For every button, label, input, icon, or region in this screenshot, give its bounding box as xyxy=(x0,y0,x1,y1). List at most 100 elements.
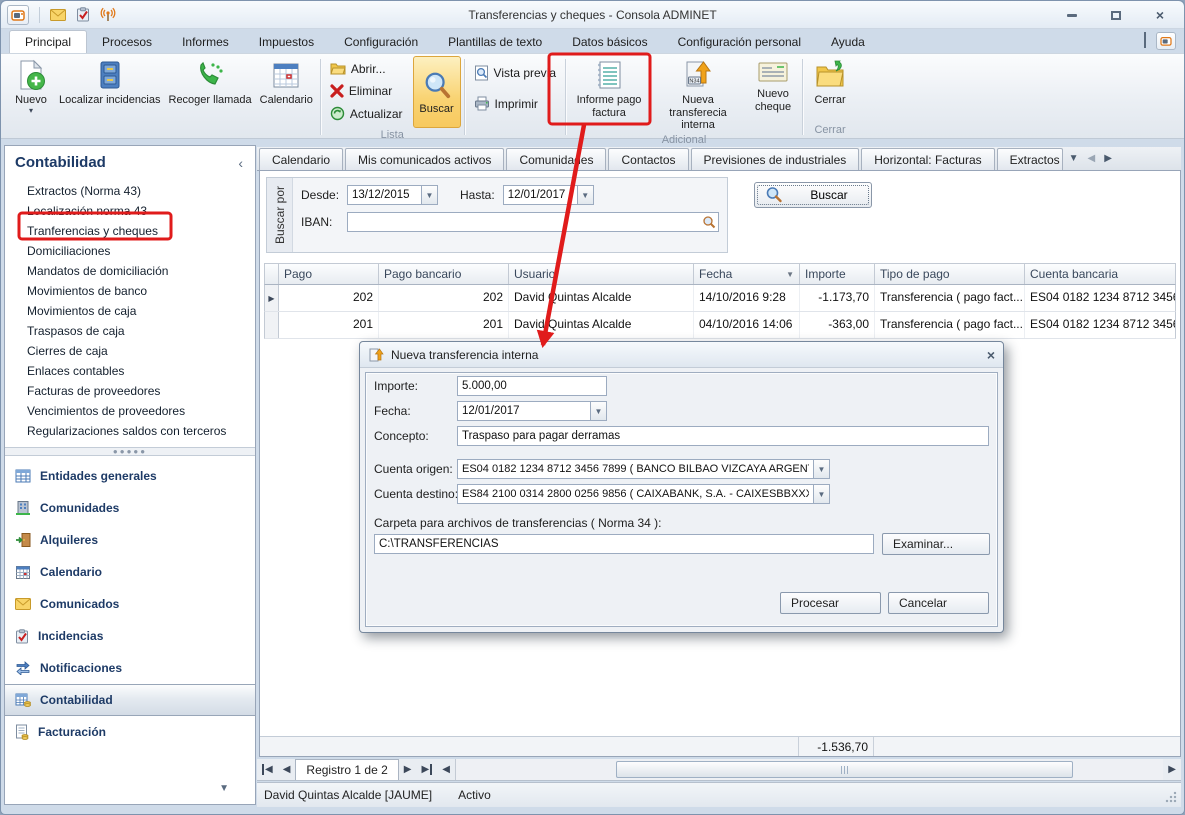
importe-input[interactable] xyxy=(457,376,607,396)
sidebar-item-facturas-prov[interactable]: Facturas de proveedores xyxy=(5,381,255,401)
actualizar-button[interactable]: Actualizar xyxy=(324,103,409,124)
ribbon-tab-principal[interactable]: Principal xyxy=(9,30,87,53)
doc-tab-horizontal-facturas[interactable]: Horizontal: Facturas xyxy=(861,148,994,170)
calendario-button[interactable]: Calendario xyxy=(256,56,317,108)
nuevo-button[interactable]: Nuevo ▾ xyxy=(7,56,55,116)
table-row[interactable]: ▶ 202 202 David Quintas Alcalde 14/10/20… xyxy=(264,285,1176,312)
nav-alquileres[interactable]: Alquileres xyxy=(5,524,255,556)
col-header-pago-bancario[interactable]: Pago bancario xyxy=(379,264,509,284)
ribbon-tab-ayuda[interactable]: Ayuda xyxy=(816,31,880,53)
minimize-button[interactable] xyxy=(1058,6,1086,24)
hasta-date-picker[interactable]: ▼ xyxy=(503,185,594,205)
doc-tab-extractos[interactable]: Extractos xyxy=(997,148,1063,170)
dropdown-arrow-icon[interactable]: ▼ xyxy=(421,185,438,205)
resize-grip[interactable] xyxy=(1165,791,1177,803)
horizontal-scrollbar[interactable] xyxy=(455,759,1163,780)
dropdown-arrow-icon[interactable]: ▼ xyxy=(577,185,594,205)
table-row[interactable]: 201 201 David Quintas Alcalde 04/10/2016… xyxy=(264,312,1176,339)
informe-pago-factura-button[interactable]: Informe pago factura xyxy=(569,56,649,120)
sidebar-item-localizacion[interactable]: Localización norma 43 xyxy=(5,201,255,221)
sidebar-item-vencimientos[interactable]: Vencimientos de proveedores xyxy=(5,401,255,421)
examinar-button[interactable]: Examinar... xyxy=(882,533,990,555)
doc-tab-comunidades[interactable]: Comunidades xyxy=(506,148,606,170)
desde-date-picker[interactable]: ▼ xyxy=(347,185,438,205)
ribbon-tab-datos-basicos[interactable]: Datos básicos xyxy=(557,31,662,53)
sidebar-item-regularizaciones[interactable]: Regularizaciones saldos con terceros xyxy=(5,421,255,441)
doc-tab-contactos[interactable]: Contactos xyxy=(608,148,688,170)
sidebar-item-transferencias[interactable]: Tranferencias y cheques xyxy=(5,221,255,241)
dialog-close-button[interactable]: × xyxy=(987,348,995,362)
iban-input[interactable] xyxy=(347,212,719,232)
procesar-button[interactable]: Procesar xyxy=(780,592,881,614)
sidebar-item-domiciliaciones[interactable]: Domiciliaciones xyxy=(5,241,255,261)
sidebar-item-mandatos[interactable]: Mandatos de domiciliación xyxy=(5,261,255,281)
sidebar-item-enlaces[interactable]: Enlaces contables xyxy=(5,361,255,381)
scroll-right-button[interactable]: ▶ xyxy=(1163,759,1181,780)
nav-comunidades[interactable]: Comunidades xyxy=(5,492,255,524)
cuenta-destino-combo[interactable]: ▼ xyxy=(457,484,830,504)
ribbon-tab-plantillas[interactable]: Plantillas de texto xyxy=(433,31,557,53)
nueva-transferencia-interna-button[interactable]: N34 Nueva transferecia interna xyxy=(649,56,747,133)
nav-notificaciones[interactable]: Notificaciones xyxy=(5,652,255,684)
sidebar-item-extractos[interactable]: Extractos (Norma 43) xyxy=(5,181,255,201)
sidebar-item-cierres[interactable]: Cierres de caja xyxy=(5,341,255,361)
restore-button[interactable] xyxy=(1102,6,1130,24)
nav-overflow-arrow-icon[interactable]: ▼ xyxy=(219,783,229,794)
nav-comunicados[interactable]: Comunicados xyxy=(5,588,255,620)
carpeta-input[interactable] xyxy=(374,534,874,554)
tab-list-dropdown-icon[interactable]: ▼ xyxy=(1069,153,1079,164)
search-icon[interactable] xyxy=(702,215,716,232)
nuevo-cheque-button[interactable]: Nuevo cheque xyxy=(747,56,799,114)
sidebar-item-mov-caja[interactable]: Movimientos de caja xyxy=(5,301,255,321)
prev-record-button[interactable]: ◀ xyxy=(278,759,296,780)
localizar-incidencias-button[interactable]: Localizar incidencias xyxy=(55,56,165,108)
last-record-button[interactable]: ▶ xyxy=(417,759,438,780)
cuenta-origen-input[interactable] xyxy=(457,459,813,479)
col-header-importe[interactable]: Importe xyxy=(800,264,875,284)
tab-scroll-right-icon[interactable]: ▶ xyxy=(1104,153,1112,164)
cuenta-origen-combo[interactable]: ▼ xyxy=(457,459,830,479)
ribbon-tab-configuracion[interactable]: Configuración xyxy=(329,31,433,53)
scroll-left-button[interactable]: ◀ xyxy=(437,759,455,780)
dialog-title-bar[interactable]: Nueva transferencia interna × xyxy=(360,342,1003,368)
doc-tab-previsiones[interactable]: Previsiones de industriales xyxy=(691,148,860,170)
close-button[interactable]: × xyxy=(1146,6,1174,24)
nav-facturacion[interactable]: Facturación xyxy=(5,716,255,748)
desde-input[interactable] xyxy=(347,185,421,205)
hasta-input[interactable] xyxy=(503,185,577,205)
scrollbar-thumb[interactable] xyxy=(616,761,1073,778)
cuenta-destino-input[interactable] xyxy=(457,484,813,504)
nav-contabilidad[interactable]: Contabilidad xyxy=(5,684,255,716)
sidebar-splitter[interactable]: ●●●●● xyxy=(5,447,255,456)
vista-previa-button[interactable]: Vista previa xyxy=(468,62,562,83)
doc-tab-mis-comunicados[interactable]: Mis comunicados activos xyxy=(345,148,504,170)
dropdown-arrow-icon[interactable]: ▼ xyxy=(813,459,830,479)
col-header-pago[interactable]: Pago xyxy=(279,264,379,284)
imprimir-button[interactable]: Imprimir xyxy=(468,93,562,114)
sidebar-item-mov-banco[interactable]: Movimientos de banco xyxy=(5,281,255,301)
ribbon-tab-impuestos[interactable]: Impuestos xyxy=(244,31,329,53)
concepto-input[interactable] xyxy=(457,426,989,446)
col-header-tipo-pago[interactable]: Tipo de pago xyxy=(875,264,1025,284)
eliminar-button[interactable]: Eliminar xyxy=(324,81,409,102)
cerrar-button[interactable]: Cerrar xyxy=(806,56,854,108)
collapse-sidebar-icon[interactable]: ‹ xyxy=(238,155,243,171)
ribbon-tab-configuracion-personal[interactable]: Configuración personal xyxy=(663,31,816,53)
col-header-fecha[interactable]: Fecha▼ xyxy=(694,264,800,284)
cancelar-button[interactable]: Cancelar xyxy=(888,592,989,614)
buscar-button[interactable]: Buscar xyxy=(754,182,872,208)
dropdown-arrow-icon[interactable]: ▼ xyxy=(590,401,607,421)
first-record-button[interactable]: ◀ xyxy=(257,759,278,780)
doc-tab-calendario[interactable]: Calendario xyxy=(259,148,343,170)
nav-incidencias[interactable]: Incidencias xyxy=(5,620,255,652)
dropdown-arrow-icon[interactable]: ▼ xyxy=(813,484,830,504)
next-record-button[interactable]: ▶ xyxy=(399,759,417,780)
buscar-ribbon-button[interactable]: Buscar xyxy=(413,56,461,128)
nav-entidades-generales[interactable]: Entidades generales xyxy=(5,460,255,492)
abrir-button[interactable]: Abrir... xyxy=(324,58,409,79)
help-app-button[interactable] xyxy=(1156,32,1176,50)
col-header-cuenta-bancaria[interactable]: Cuenta bancaria xyxy=(1025,264,1175,284)
tab-scroll-left-icon[interactable]: ◀ xyxy=(1088,153,1096,164)
ribbon-tab-procesos[interactable]: Procesos xyxy=(87,31,167,53)
sidebar-item-traspasos[interactable]: Traspasos de caja xyxy=(5,321,255,341)
